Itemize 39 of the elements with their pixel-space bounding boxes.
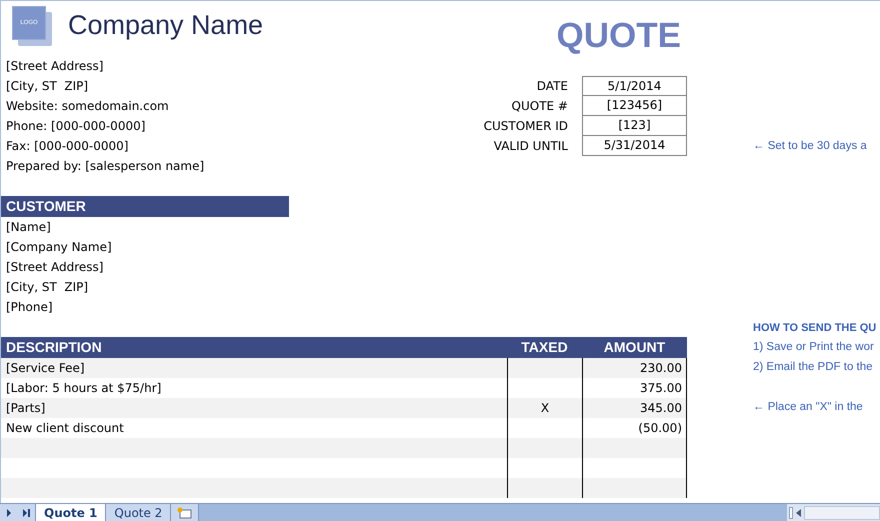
horizontal-scrollbar[interactable] <box>787 504 880 521</box>
new-sheet-icon[interactable] <box>176 506 194 518</box>
company-detail: [Street Address] <box>5 58 104 75</box>
info-label: CUSTOMER ID <box>482 118 569 135</box>
company-detail: Website: somedomain.com <box>5 98 169 115</box>
document-title: QUOTE <box>556 18 681 53</box>
customer-detail: [Phone] <box>5 299 53 316</box>
info-label: QUOTE # <box>510 98 569 115</box>
note-text: 1) Save or Print the wor <box>753 340 874 356</box>
note-text: ← Place an "X" in the <box>753 400 864 416</box>
table-cell-text: [Parts] <box>5 400 46 417</box>
last-sheet-icon[interactable] <box>22 508 30 516</box>
info-value: [123456] <box>582 96 687 116</box>
sheet-tab[interactable]: Quote 2 <box>106 504 172 521</box>
how-to-heading: HOW TO SEND THE QU <box>753 320 876 336</box>
info-label: DATE <box>536 78 569 95</box>
sheet-tab[interactable]: Quote 1 <box>36 504 106 521</box>
customer-detail: [Street Address] <box>5 259 104 276</box>
company-detail: [City, ST ZIP] <box>5 78 88 95</box>
table-cell-text: [Labor: 5 hours at $75/hr] <box>5 380 162 397</box>
info-value: 5/31/2014 <box>582 136 687 156</box>
customer-detail: [City, ST ZIP] <box>5 279 88 296</box>
company-detail: Prepared by: [salesperson name] <box>5 158 204 175</box>
scroll-left-icon[interactable] <box>796 508 801 516</box>
info-value: [123] <box>582 116 687 136</box>
table-cell-text: [Service Fee] <box>5 360 86 377</box>
note-text: ← Set to be 30 days a <box>753 139 867 154</box>
next-sheet-icon[interactable] <box>6 508 12 516</box>
company-name: Company Name <box>68 12 264 39</box>
customer-detail: [Name] <box>5 219 51 236</box>
company-detail: Phone: [000-000-0000] <box>5 118 146 135</box>
table-header: DESCRIPTION TAXED AMOUNT <box>1 337 687 358</box>
info-label: VALID UNTIL <box>492 138 569 155</box>
table-cell-text: New client discount <box>5 420 125 437</box>
company-detail: Fax: [000-000-0000] <box>5 138 128 155</box>
note-text: 2) Email the PDF to the <box>753 360 874 376</box>
customer-heading: CUSTOMER <box>1 196 289 217</box>
customer-detail: [Company Name] <box>5 239 112 256</box>
info-value: 5/1/2014 <box>582 76 687 96</box>
